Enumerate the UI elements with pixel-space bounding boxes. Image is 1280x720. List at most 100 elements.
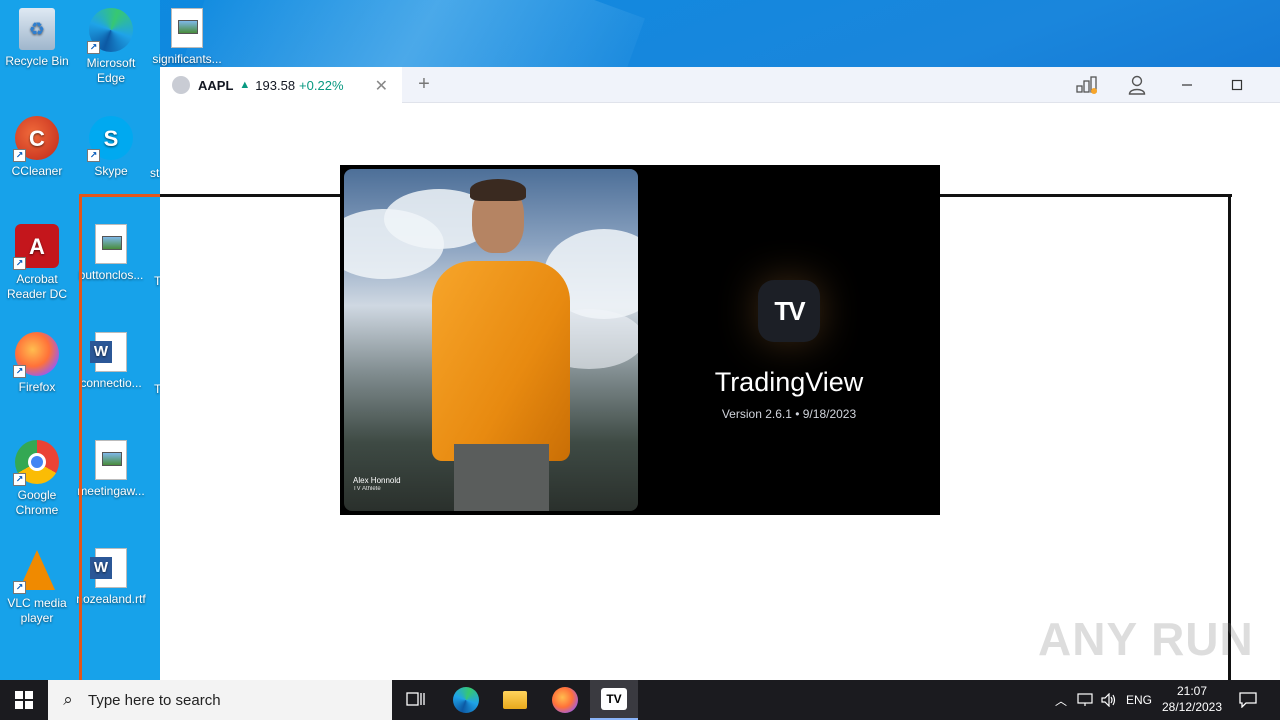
close-tab-icon[interactable]: ✕ [375, 76, 388, 96]
window-frame-right [1228, 194, 1231, 680]
image-file-icon [171, 8, 203, 48]
minimize-button[interactable] [1164, 67, 1210, 103]
image-file-icon [95, 440, 127, 480]
desktop-icon-partial[interactable]: st [150, 166, 160, 181]
desktop-icon-label: Microsoft Edge [86, 56, 136, 85]
selection-line-vertical [79, 195, 82, 680]
acrobat-icon: A ↗ [13, 224, 59, 270]
network-icon [1076, 76, 1097, 94]
desktop-icon-meetingaw[interactable]: meetingaw... [74, 440, 148, 499]
desktop-icon-ccleaner[interactable]: C ↗ CCleaner [0, 116, 74, 179]
desktop-icon-skype[interactable]: S ↗ Skype [74, 116, 148, 179]
search-icon: ⌕ [63, 690, 73, 709]
word-document-icon: W [90, 332, 127, 372]
desktop-icon-label: Google Chrome [15, 488, 59, 517]
edge-icon [453, 687, 479, 713]
image-file-icon [95, 224, 127, 264]
title-bar: AAPL ▲ 193.58 +0.22% ✕ + [160, 67, 1280, 103]
taskbar: ⌕ Type here to search TV ︿ ENG 21:07 28/… [0, 680, 1280, 720]
tab-symbol: AAPL [198, 77, 234, 93]
photo-caption: Alex Honnold TV Athlete [353, 476, 401, 494]
desktop-icon-acrobat[interactable]: A ↗ Acrobat Reader DC [0, 224, 74, 302]
desktop-icon-label: Firefox [18, 380, 56, 394]
folder-icon [503, 691, 527, 709]
app-name: TradingView [714, 367, 864, 397]
vlc-icon: ↗ [13, 548, 59, 594]
windows-icon [15, 691, 33, 709]
taskbar-tradingview[interactable]: TV [590, 680, 638, 720]
desktop-icon-label: VLC media player [7, 596, 67, 625]
desktop-icon-label: Skype [94, 164, 128, 178]
account-button[interactable] [1114, 67, 1160, 103]
desktop-icon-nozealand[interactable]: W nozealand.rtf [74, 548, 148, 607]
desktop-icon-label: buttonclos... [78, 268, 144, 282]
desktop-icon-firefox[interactable]: ↗ Firefox [0, 332, 74, 395]
taskbar-clock[interactable]: 21:07 28/12/2023 [1158, 683, 1226, 715]
tradingview-logo-icon: TV [758, 280, 820, 342]
photo-caption-name: Alex Honnold [353, 476, 401, 485]
start-button[interactable] [0, 680, 48, 720]
tab-price: 193.58 [255, 77, 296, 93]
recycle-bin-icon: ♻ [19, 8, 55, 50]
desktop-icon-edge[interactable]: ↗ Microsoft Edge [74, 8, 148, 86]
desktop-icon-buttonclos[interactable]: buttonclos... [74, 224, 148, 283]
volume-button[interactable] [1098, 680, 1120, 720]
taskbar-file-explorer[interactable] [491, 680, 539, 720]
tab-aapl[interactable]: AAPL ▲ 193.58 +0.22% ✕ [160, 67, 402, 103]
taskbar-edge[interactable] [442, 680, 490, 720]
firefox-icon [552, 687, 578, 713]
task-view-button[interactable] [392, 680, 440, 720]
splash-photo: Alex Honnold TV Athlete [344, 169, 638, 511]
notification-icon [1239, 692, 1257, 708]
desktop-icon-label: Recycle Bin [5, 54, 69, 68]
minimize-icon [1182, 84, 1192, 86]
desktop-icon-label: meetingaw... [77, 484, 145, 498]
edge-icon: ↗ [87, 8, 133, 54]
desktop-icon-label: Acrobat Reader DC [6, 272, 68, 301]
price-up-icon: ▲ [239, 79, 251, 91]
desktop-icon-label: significants... [152, 52, 222, 66]
taskbar-firefox[interactable] [541, 680, 589, 720]
new-tab-button[interactable]: + [412, 73, 436, 96]
maximize-button[interactable] [1214, 67, 1260, 103]
person-figure [432, 261, 570, 461]
task-view-icon [406, 692, 425, 706]
clock-time: 21:07 [1176, 684, 1208, 698]
user-icon [1128, 75, 1146, 95]
splash-screen: Alex Honnold TV Athlete TV TradingView V… [340, 165, 940, 515]
person-legs [454, 444, 549, 511]
selection-line-horizontal [79, 194, 161, 197]
maximize-icon [1231, 79, 1243, 91]
desktop-icon-significants[interactable]: significants... [150, 8, 224, 67]
chevron-up-icon: ︿ [1054, 693, 1067, 708]
clock-date: 28/12/2023 [1161, 700, 1223, 714]
chrome-icon: ↗ [13, 440, 59, 486]
volume-icon [1101, 693, 1116, 707]
search-placeholder: Type here to search [88, 691, 221, 709]
desktop-icon-recycle-bin[interactable]: ♻ Recycle Bin [0, 8, 74, 69]
language-indicator[interactable]: ENG [1122, 680, 1156, 720]
network-tray-button[interactable] [1074, 680, 1096, 720]
ccleaner-icon: C ↗ [13, 116, 59, 162]
desktop-icon-chrome[interactable]: ↗ Google Chrome [0, 440, 74, 518]
tab-change: +0.22% [299, 77, 344, 93]
desktop-icon-label: connectio... [80, 376, 142, 390]
firefox-icon: ↗ [13, 332, 59, 378]
photo-caption-sub: TV Athlete [353, 486, 381, 492]
network-tray-icon [1077, 693, 1093, 706]
taskbar-search-box[interactable]: ⌕ Type here to search [48, 680, 392, 720]
tradingview-icon: TV [601, 688, 627, 710]
word-document-icon: W [90, 548, 127, 588]
desktop-icon-vlc[interactable]: ↗ VLC media player [0, 548, 74, 626]
symbol-logo-icon [172, 76, 190, 94]
person-hair [470, 179, 526, 201]
skype-icon: S ↗ [87, 116, 133, 162]
desktop-icon-label: st [150, 166, 160, 180]
show-hidden-icons-button[interactable]: ︿ [1050, 680, 1072, 720]
desktop-icon-connectio[interactable]: W connectio... [74, 332, 148, 391]
desktop-icon-label: nozealand.rtf [76, 592, 146, 606]
desktop-icon-label: CCleaner [11, 164, 63, 178]
app-version: Version 2.6.1 • 9/18/2023 [721, 407, 857, 421]
action-center-button[interactable] [1228, 680, 1268, 720]
network-status-button[interactable] [1064, 67, 1110, 103]
